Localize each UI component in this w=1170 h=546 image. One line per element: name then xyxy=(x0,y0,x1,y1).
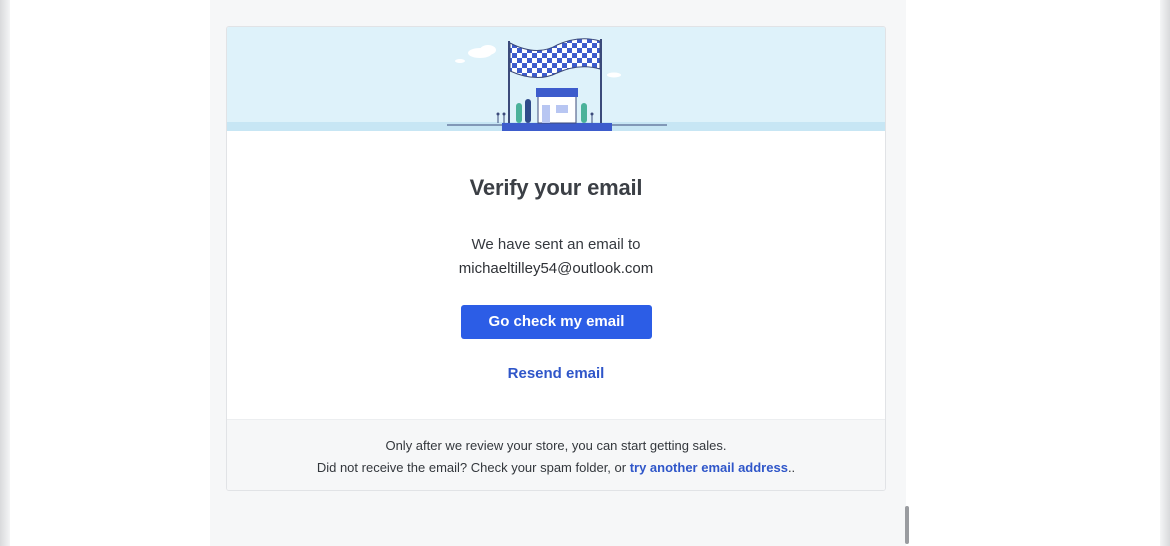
hero-banner xyxy=(227,27,885,131)
go-check-email-button[interactable]: Go check my email xyxy=(461,305,652,339)
page-title: Verify your email xyxy=(469,175,643,200)
checkered-flag-store-illustration-icon xyxy=(447,38,667,131)
resend-email-link[interactable]: Resend email xyxy=(227,365,885,382)
window-edge-right xyxy=(1160,0,1170,546)
spam-notice-suffix: .. xyxy=(787,460,796,475)
scrollbar-thumb[interactable] xyxy=(905,506,909,544)
email-address: michaeltilley54@outlook.com xyxy=(458,260,654,277)
spam-notice-text: Did not receive the email? Check your sp… xyxy=(316,460,630,475)
screen: Verify your email We have sent an email … xyxy=(0,0,1170,546)
spam-notice: Did not receive the email? Check your sp… xyxy=(227,460,885,475)
try-another-email-link[interactable]: try another email address xyxy=(630,460,788,475)
review-notice: Only after we review your store, you can… xyxy=(385,438,727,453)
window-edge-left xyxy=(0,0,10,546)
card-footer: Only after we review your store, you can… xyxy=(227,419,885,490)
sent-message: We have sent an email to xyxy=(471,236,641,253)
verify-email-card: Verify your email We have sent an email … xyxy=(226,26,886,491)
